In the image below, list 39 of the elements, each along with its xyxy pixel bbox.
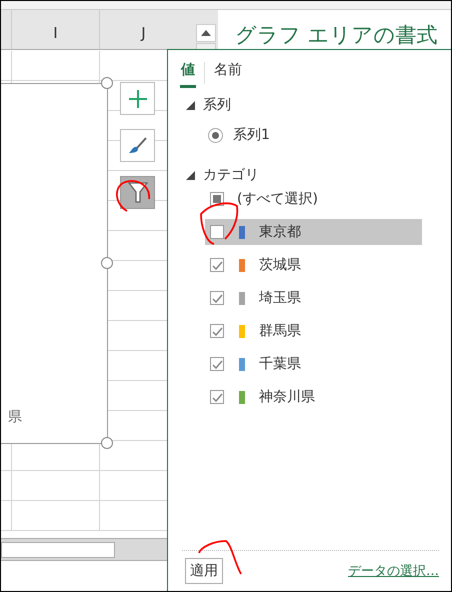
- checkbox[interactable]: [210, 291, 224, 305]
- column-header[interactable]: I: [11, 10, 99, 49]
- paintbrush-icon: [128, 136, 148, 156]
- category-label: 東京都: [259, 223, 301, 241]
- select-all-label: (すべて選択): [237, 190, 318, 208]
- chart-styles-button[interactable]: [120, 129, 155, 162]
- legend-label: 県: [8, 408, 22, 426]
- category-label: 千葉県: [259, 355, 301, 373]
- chart-elements-button[interactable]: [120, 82, 155, 115]
- category-label: 神奈川県: [259, 388, 315, 406]
- pane-title: グラフ エリアの書式: [235, 23, 438, 47]
- checkbox[interactable]: [210, 258, 224, 272]
- category-label: 群馬県: [259, 322, 301, 340]
- checkbox[interactable]: [210, 324, 224, 338]
- resize-handle[interactable]: [101, 437, 113, 449]
- tab[interactable]: 値: [180, 58, 196, 88]
- chart-area[interactable]: 県: [1, 83, 108, 444]
- radio-button[interactable]: [208, 128, 223, 142]
- plus-icon: [128, 88, 148, 108]
- chart-filters-button[interactable]: [120, 176, 155, 209]
- horizontal-scrollbar[interactable]: [1, 542, 115, 558]
- series-label: 系列1: [233, 126, 270, 144]
- checkbox[interactable]: [210, 390, 224, 404]
- resize-handle[interactable]: [101, 77, 113, 89]
- category-label: 埼玉県: [259, 289, 301, 307]
- category-label: 茨城県: [259, 256, 301, 274]
- section-heading: カテゴリ: [203, 166, 259, 184]
- section-heading: 系列: [203, 96, 231, 114]
- up-arrow-icon: [201, 30, 211, 36]
- filter-icon: [128, 182, 148, 204]
- collapse-triangle-icon[interactable]: [186, 170, 195, 180]
- select-data-link[interactable]: データの選択…: [348, 562, 439, 580]
- scroll-up-button[interactable]: [196, 24, 216, 42]
- apply-button[interactable]: 適用: [185, 558, 223, 584]
- tab[interactable]: 名前: [213, 58, 243, 88]
- collapse-triangle-icon[interactable]: [186, 100, 195, 110]
- resize-handle[interactable]: [101, 257, 113, 269]
- checkbox[interactable]: [210, 357, 224, 371]
- checkbox[interactable]: [210, 225, 224, 239]
